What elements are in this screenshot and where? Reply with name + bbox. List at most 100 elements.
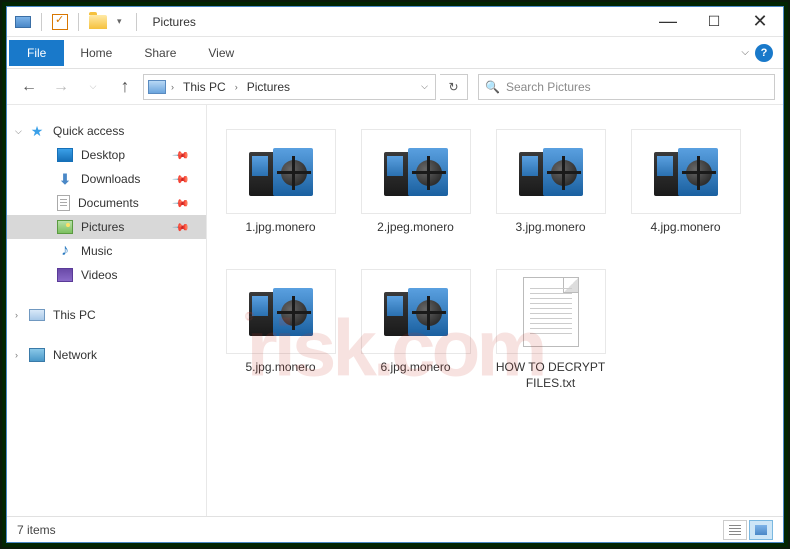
sidebar-network[interactable]: › Network — [7, 343, 206, 367]
sidebar-item-music[interactable]: ♪ Music — [7, 239, 206, 263]
minimize-button[interactable]: — — [645, 7, 691, 37]
qat-dropdown-icon[interactable]: ▾ — [113, 16, 126, 27]
file-tile[interactable]: 3.jpg.monero — [483, 119, 618, 259]
sidebar-item-label: Downloads — [81, 172, 140, 186]
sidebar-item-pictures[interactable]: Pictures 📌 — [7, 215, 206, 239]
file-tile[interactable]: 6.jpg.monero — [348, 259, 483, 399]
file-tile[interactable]: 2.jpeg.monero — [348, 119, 483, 259]
close-button[interactable]: ✕ — [737, 7, 783, 37]
file-thumbnail — [496, 269, 606, 354]
address-bar[interactable]: › This PC › Pictures ⌵ — [143, 74, 436, 100]
file-thumbnail — [226, 269, 336, 354]
file-tab[interactable]: File — [9, 40, 64, 66]
search-icon: 🔍 — [485, 80, 500, 94]
forward-button[interactable]: → — [47, 73, 75, 101]
ribbon-expand-icon[interactable]: ⌵ — [741, 47, 749, 58]
file-name: 4.jpg.monero — [650, 220, 720, 236]
pictures-icon — [57, 220, 73, 234]
details-view-button[interactable] — [723, 520, 747, 540]
expand-icon[interactable]: › — [15, 310, 18, 320]
explorer-window: ▾ Pictures — ☐ ✕ File Home Share View ⌵ … — [6, 6, 784, 543]
chevron-right-icon[interactable]: › — [232, 82, 241, 92]
file-name: 6.jpg.monero — [380, 360, 450, 376]
qat-properties-icon[interactable] — [52, 14, 68, 30]
encrypted-file-icon — [249, 148, 313, 196]
encrypted-file-icon — [384, 148, 448, 196]
up-button[interactable]: ↑ — [111, 73, 139, 101]
app-icon[interactable] — [15, 16, 31, 28]
encrypted-file-icon — [384, 288, 448, 336]
file-tile[interactable]: 5.jpg.monero — [213, 259, 348, 399]
sidebar-item-label: Music — [81, 244, 112, 258]
location-icon — [148, 80, 166, 94]
file-tile[interactable]: HOW TO DECRYPT FILES.txt — [483, 259, 618, 399]
encrypted-file-icon — [519, 148, 583, 196]
thumbnails-view-button[interactable] — [749, 520, 773, 540]
expand-icon[interactable]: ⌵ — [15, 126, 22, 137]
sidebar-quick-access[interactable]: ⌵ ★ Quick access — [7, 119, 206, 143]
star-icon: ★ — [29, 124, 45, 138]
file-name: 3.jpg.monero — [515, 220, 585, 236]
folder-icon — [89, 15, 107, 29]
sidebar-item-label: Videos — [81, 268, 117, 282]
documents-icon — [57, 195, 70, 211]
file-thumbnail — [361, 269, 471, 354]
pin-icon: 📌 — [172, 218, 191, 237]
breadcrumb-root[interactable]: This PC — [179, 80, 230, 94]
tab-share[interactable]: Share — [128, 40, 192, 66]
separator — [41, 13, 42, 31]
videos-icon — [57, 268, 73, 282]
sidebar-item-label: Documents — [78, 196, 139, 210]
sidebar-item-documents[interactable]: Documents 📌 — [7, 191, 206, 215]
sidebar-item-desktop[interactable]: Desktop 📌 — [7, 143, 206, 167]
text-file-icon — [523, 277, 579, 347]
file-tile[interactable]: 1.jpg.monero — [213, 119, 348, 259]
file-tile[interactable]: 4.jpg.monero — [618, 119, 753, 259]
encrypted-file-icon — [654, 148, 718, 196]
sidebar-item-label: Pictures — [81, 220, 124, 234]
search-input[interactable]: 🔍 Search Pictures — [478, 74, 775, 100]
file-thumbnail — [631, 129, 741, 214]
back-button[interactable]: ← — [15, 73, 43, 101]
separator — [78, 13, 79, 31]
breadcrumb-current[interactable]: Pictures — [243, 80, 294, 94]
status-bar: 7 items — [7, 516, 783, 542]
search-placeholder: Search Pictures — [506, 80, 591, 94]
tab-view[interactable]: View — [192, 40, 250, 66]
file-name: 5.jpg.monero — [245, 360, 315, 376]
content-body: ⌵ ★ Quick access Desktop📌⬇Downloads📌Docu… — [7, 105, 783, 516]
pin-icon: 📌 — [172, 170, 191, 189]
encrypted-file-icon — [249, 288, 313, 336]
file-name: HOW TO DECRYPT FILES.txt — [496, 360, 606, 391]
network-icon — [29, 348, 45, 362]
tab-home[interactable]: Home — [64, 40, 128, 66]
file-name: 1.jpg.monero — [245, 220, 315, 236]
file-name: 2.jpeg.monero — [377, 220, 454, 236]
sidebar-item-label: Desktop — [81, 148, 125, 162]
pin-icon: 📌 — [172, 146, 191, 165]
address-dropdown-icon[interactable]: ⌵ — [418, 81, 431, 92]
music-icon: ♪ — [57, 244, 73, 258]
desktop-icon — [57, 148, 73, 162]
file-thumbnail — [226, 129, 336, 214]
file-thumbnail — [496, 129, 606, 214]
expand-icon[interactable]: › — [15, 350, 18, 360]
maximize-button[interactable]: ☐ — [691, 7, 737, 37]
ribbon: File Home Share View ⌵ ? — [7, 37, 783, 69]
navigation-pane: ⌵ ★ Quick access Desktop📌⬇Downloads📌Docu… — [7, 105, 207, 516]
refresh-button[interactable]: ↻ — [440, 74, 468, 100]
help-button[interactable]: ? — [755, 44, 773, 62]
chevron-right-icon[interactable]: › — [168, 82, 177, 92]
history-dropdown-icon[interactable]: ⌵ — [79, 73, 107, 101]
item-count: 7 items — [17, 523, 56, 537]
pc-icon — [29, 309, 45, 321]
files-view[interactable]: 1.jpg.monero 2.jpeg.monero 3.jpg.monero 4.j… — [207, 105, 783, 516]
file-thumbnail — [361, 129, 471, 214]
sidebar-this-pc[interactable]: › This PC — [7, 303, 206, 327]
sidebar-item-downloads[interactable]: ⬇Downloads📌 — [7, 167, 206, 191]
pin-icon: 📌 — [172, 194, 191, 213]
title-bar[interactable]: ▾ Pictures — ☐ ✕ — [7, 7, 783, 37]
nav-bar: ← → ⌵ ↑ › This PC › Pictures ⌵ ↻ 🔍 Searc… — [7, 69, 783, 105]
sidebar-item-videos[interactable]: Videos — [7, 263, 206, 287]
separator — [136, 13, 137, 31]
